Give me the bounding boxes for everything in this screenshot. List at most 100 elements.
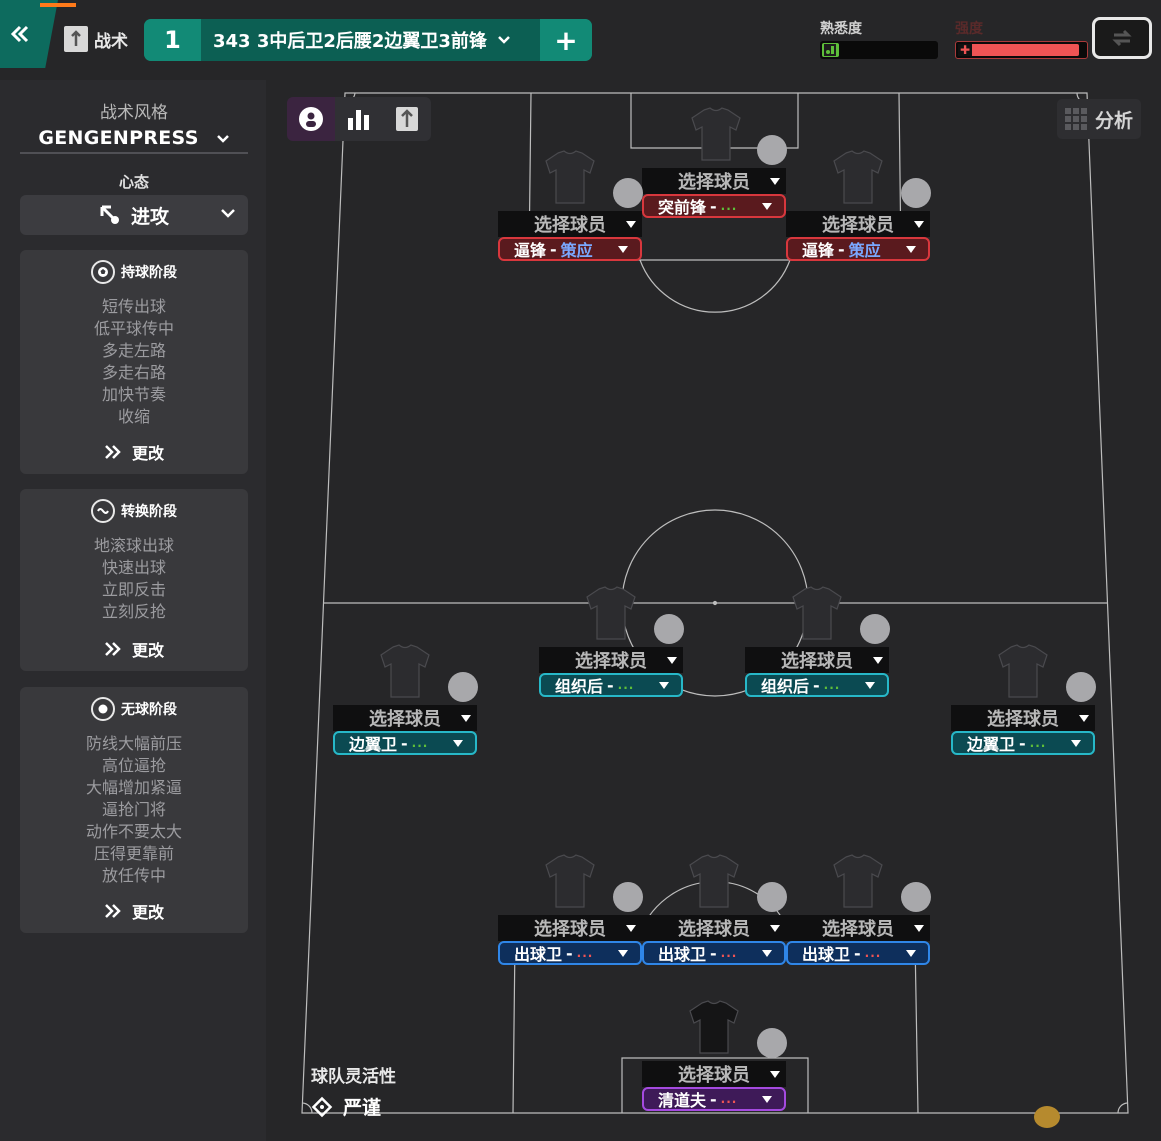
team-fluidity: 球队灵活性 严谨 [311,1062,396,1120]
role-duty: ... [720,1092,738,1106]
player-rating-dot [860,614,890,644]
watermark-logo [1034,1106,1060,1128]
select-player-label: 选择球员 [534,919,606,940]
dropdown-arrow-icon [762,1096,772,1103]
shirt-icon [380,644,430,698]
select-player-dropdown[interactable]: 选择球员 [951,705,1095,731]
stats-view-button[interactable] [335,97,383,141]
player-view-button[interactable] [287,97,335,141]
role-dropdown[interactable]: 出球卫 - ... [498,941,642,965]
dropdown-arrow-icon [770,178,780,185]
role-duty: ... [720,946,738,960]
role-dropdown[interactable]: 逼锋 - 策应 [786,237,930,261]
select-player-label: 选择球员 [822,919,894,940]
player-rating-dot [1066,672,1096,702]
select-player-label: 选择球员 [822,215,894,236]
select-player-dropdown[interactable]: 选择球员 [498,915,642,941]
role-separator: - [838,239,845,259]
role-dropdown[interactable]: 出球卫 - ... [642,941,786,965]
grid-icon [1065,108,1087,130]
team-fluidity-label: 球队灵活性 [311,1067,396,1087]
shirt-icon [545,150,595,204]
role-name: 出球卫 [658,945,707,964]
shirt-icon [689,1000,739,1054]
role-dropdown[interactable]: 组织后 - ... [539,673,683,697]
select-player-dropdown[interactable]: 选择球员 [498,211,642,237]
player-rating-dot [448,672,478,702]
role-separator: - [710,196,717,216]
role-dropdown[interactable]: 出球卫 - ... [786,941,930,965]
dropdown-arrow-icon [914,925,924,932]
dropdown-arrow-icon [873,657,883,664]
role-dropdown[interactable]: 清道夫 - ... [642,1087,786,1111]
analysis-button[interactable]: 分析 [1057,99,1141,139]
tactic-board-icon [396,107,418,131]
shirt-icon [691,107,741,161]
view-toggle [287,97,431,141]
select-player-label: 选择球员 [987,709,1059,730]
role-separator: - [1019,733,1026,753]
select-player-dropdown[interactable]: 选择球员 [333,705,477,731]
role-duty: ... [576,946,594,960]
role-dropdown[interactable]: 边翼卫 - ... [333,731,477,755]
role-name: 边翼卫 [967,735,1016,754]
dropdown-arrow-icon [1071,740,1081,747]
dropdown-arrow-icon [906,246,916,253]
watermark [1030,1100,1154,1134]
select-player-dropdown[interactable]: 选择球员 [642,1061,786,1087]
role-duty: ... [617,678,635,692]
select-player-label: 选择球员 [678,1065,750,1086]
player-profile-icon [299,107,323,131]
role-separator: - [854,943,861,963]
role-dropdown[interactable]: 突前锋 - ... [642,194,786,218]
select-player-dropdown[interactable]: 选择球员 [642,168,786,194]
role-duty: ... [1029,736,1047,750]
player-rating-dot [757,882,787,912]
bar-chart-icon [348,110,369,130]
dropdown-arrow-icon [770,925,780,932]
role-dropdown[interactable]: 组织后 - ... [745,673,889,697]
role-name: 组织后 [555,677,604,696]
role-dropdown[interactable]: 逼锋 - 策应 [498,237,642,261]
select-player-dropdown[interactable]: 选择球员 [786,211,930,237]
role-duty: ... [864,946,882,960]
select-player-dropdown[interactable]: 选择球员 [642,915,786,941]
shirt-icon [998,644,1048,698]
shirt-icon [833,150,883,204]
team-fluidity-text: 严谨 [343,1097,382,1119]
role-duty: ... [823,678,841,692]
role-name: 出球卫 [514,945,563,964]
select-player-dropdown[interactable]: 选择球员 [539,647,683,673]
player-rating-dot [901,178,931,208]
dropdown-arrow-icon [762,203,772,210]
role-separator: - [710,943,717,963]
select-player-dropdown[interactable]: 选择球员 [745,647,889,673]
player-rating-dot [757,1028,787,1058]
role-dropdown[interactable]: 边翼卫 - ... [951,731,1095,755]
dropdown-arrow-icon [626,925,636,932]
select-player-dropdown[interactable]: 选择球员 [786,915,930,941]
role-separator: - [401,733,408,753]
player-rating-dot [613,882,643,912]
shirt-icon [792,586,842,640]
select-player-label: 选择球员 [534,215,606,236]
select-player-label: 选择球员 [575,651,647,672]
role-separator: - [566,943,573,963]
dropdown-arrow-icon [618,950,628,957]
shirt-icon [586,586,636,640]
player-rating-dot [757,135,787,165]
analysis-label: 分析 [1095,109,1134,132]
player-rating-dot [901,882,931,912]
role-duty: 策应 [560,241,593,260]
dropdown-arrow-icon [770,1071,780,1078]
player-rating-dot [654,614,684,644]
dropdown-arrow-icon [461,715,471,722]
dropdown-arrow-icon [914,221,924,228]
shirt-icon [689,854,739,908]
role-separator: - [607,675,614,695]
shirt-icon [833,854,883,908]
shirt-icon [545,854,595,908]
tactic-board-view-button[interactable] [383,97,431,141]
role-duty: ... [411,736,429,750]
player-rating-dot [613,178,643,208]
